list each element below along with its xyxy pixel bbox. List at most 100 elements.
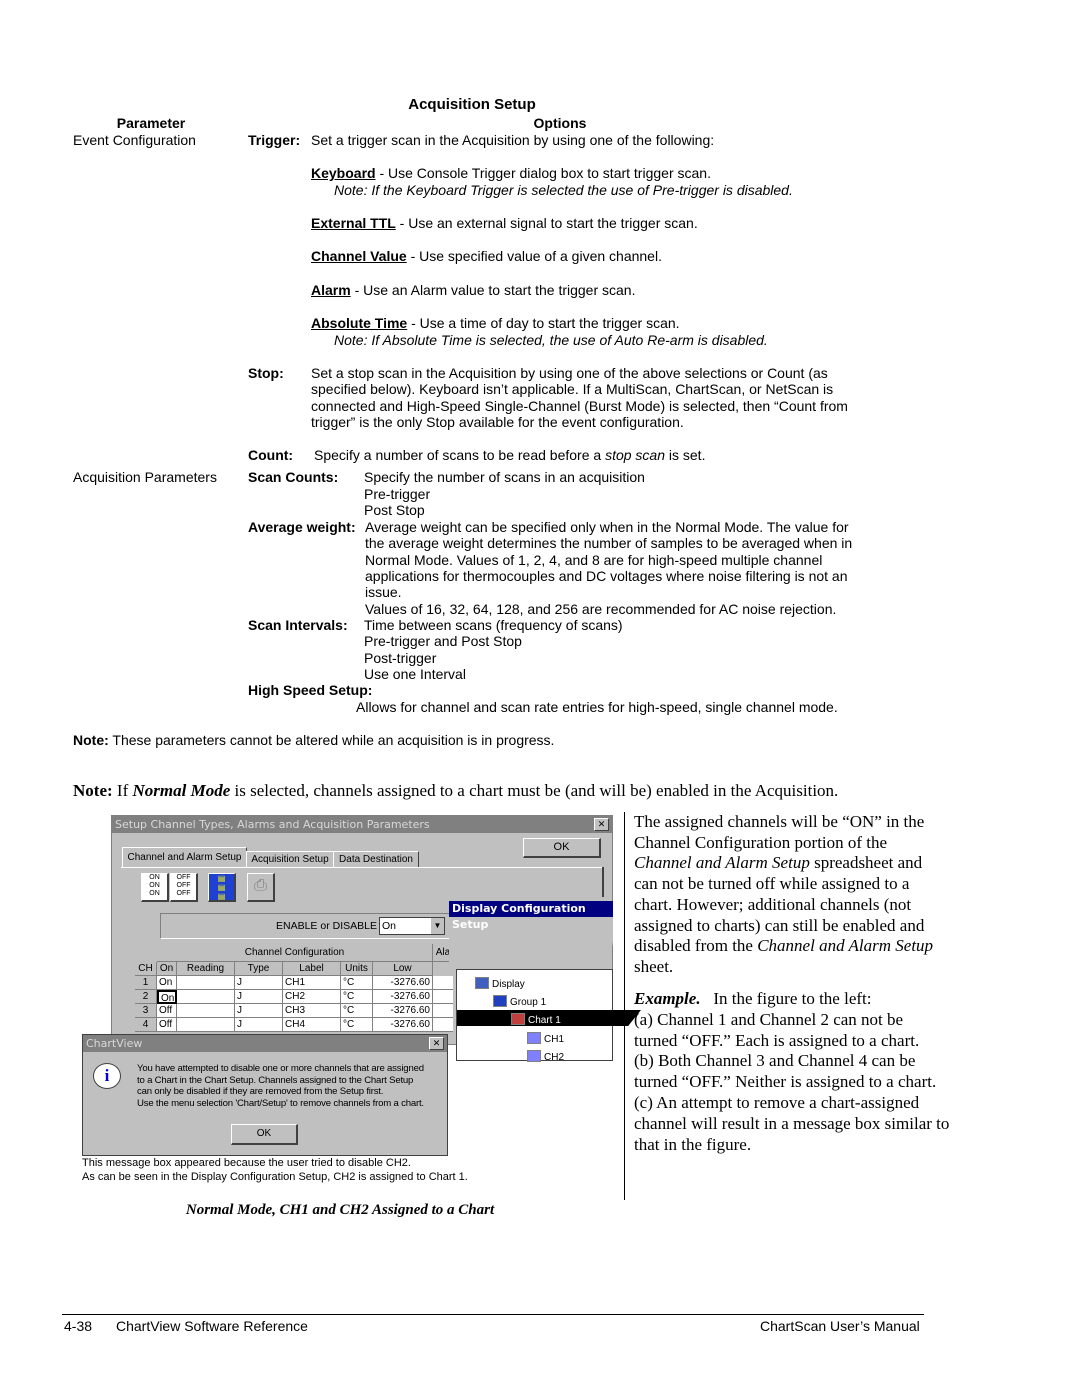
table-cell: 1 bbox=[135, 976, 157, 990]
trigger-option: Absolute Time - Use a time of day to sta… bbox=[311, 315, 680, 331]
table-cell bbox=[177, 976, 235, 990]
chevron-down-icon[interactable]: ▼ bbox=[431, 918, 444, 934]
chart-node[interactable]: Chart 1 bbox=[457, 1010, 641, 1026]
right-text-segment: The assigned channels will be “ON” in th… bbox=[634, 812, 925, 831]
ch2-icon bbox=[527, 1050, 541, 1063]
scan-counts-line: Pre-trigger bbox=[364, 485, 431, 502]
panel-edge bbox=[602, 867, 604, 897]
msg-ok-button[interactable]: OK bbox=[231, 1124, 298, 1145]
table-cell: -3276.60 bbox=[373, 990, 433, 1004]
enable-row: ENABLE or DISABLE On ▼ bbox=[160, 913, 450, 939]
tab-divider bbox=[121, 867, 604, 868]
avg-weight-line: Average weight can be specified only whe… bbox=[365, 519, 849, 535]
right-text-line: chart. However; additional channels (not bbox=[634, 895, 911, 916]
enable-select[interactable]: On ▼ bbox=[379, 917, 445, 935]
example-text-line: (a) Channel 1 and Channel 2 can not be bbox=[634, 1009, 904, 1029]
enable-select-value: On bbox=[382, 920, 397, 932]
scan-intervals-line: Post-trigger bbox=[364, 649, 437, 666]
table-cell bbox=[177, 990, 235, 1004]
table-cell[interactable]: On bbox=[157, 990, 177, 1004]
count-label: Count: bbox=[248, 447, 294, 463]
column-header-label: Label bbox=[283, 962, 341, 976]
scan-counts-line: Specify the number of scans in an acquis… bbox=[364, 469, 645, 485]
ch1-node[interactable]: CH1 bbox=[527, 1029, 564, 1045]
param-event-configuration: Event Configuration bbox=[73, 132, 196, 148]
table-cell: CH1 bbox=[283, 976, 341, 990]
avg-weight-line: the average weight determines the number… bbox=[365, 535, 853, 552]
example-label: Example. bbox=[634, 989, 701, 1008]
param-acquisition-parameters: Acquisition Parameters bbox=[73, 469, 217, 485]
tree-label: Group 1 bbox=[510, 997, 547, 1008]
table-cell: 4 bbox=[135, 1018, 157, 1032]
right-text-segment: chart. However; additional channels (not bbox=[634, 894, 912, 914]
footer-section: ChartView Software Reference bbox=[116, 1318, 308, 1334]
display-config-titlebar: Display Configuration Setup bbox=[449, 901, 613, 931]
ok-button[interactable]: OK bbox=[523, 838, 601, 858]
avg-weight-label: Average weight: bbox=[248, 519, 356, 535]
right-text-segment: spreadsheet and bbox=[809, 853, 923, 873]
right-text-segment: can not be turned off while assigned to … bbox=[634, 874, 910, 894]
right-text-line: Channel and Alarm Setup spreadsheet and bbox=[634, 853, 922, 874]
note-2-label: Note: bbox=[73, 781, 113, 800]
table-cell: 2 bbox=[135, 990, 157, 1004]
setup-dialog-titlebar: Setup Channel Types, Alarms and Acquisit… bbox=[112, 816, 612, 833]
all-off-icon[interactable]: OFF OFF OFF bbox=[170, 873, 198, 902]
avg-weight-line: issue. bbox=[365, 584, 402, 601]
document-page: Acquisition Setup Parameter Options Even… bbox=[0, 0, 1080, 1397]
table-cell: J bbox=[235, 1018, 283, 1032]
all-on-icon[interactable]: ON ON ON bbox=[141, 873, 169, 902]
trigger-option-text: - Use a time of day to start the trigger… bbox=[407, 315, 680, 331]
column-header-on: On bbox=[157, 962, 177, 976]
right-text-line: disabled from the Channel and Alarm Setu… bbox=[634, 936, 933, 957]
tab-acquisition-setup[interactable]: Acquisition Setup bbox=[246, 851, 334, 868]
column-header-ch: CH bbox=[135, 962, 157, 976]
msg-titlebar: ChartView bbox=[83, 1035, 447, 1052]
tree-label: Display bbox=[492, 979, 525, 990]
trigger-option-note: Note: If the Keyboard Trigger is selecte… bbox=[334, 182, 793, 198]
trigger-option-term: Absolute Time bbox=[311, 315, 408, 331]
figure-caption: Normal Mode, CH1 and CH2 Assigned to a C… bbox=[185, 1202, 495, 1218]
tab-data-destination[interactable]: Data Destination bbox=[333, 851, 419, 868]
right-text-line: Channel Configuration portion of the bbox=[634, 833, 887, 854]
note-1-label: Note: bbox=[73, 732, 109, 748]
table-cell[interactable]: Off bbox=[157, 1018, 177, 1032]
trigger-option: Alarm - Use an Alarm value to start the … bbox=[311, 282, 635, 298]
trigger-option: Keyboard - Use Console Trigger dialog bo… bbox=[311, 165, 711, 181]
display-node[interactable]: Display bbox=[475, 974, 525, 990]
msg-line: You have attempted to disable one or mor… bbox=[137, 1063, 424, 1074]
printer-icon[interactable]: ⎙ bbox=[247, 873, 275, 902]
group-node[interactable]: Group 1 bbox=[493, 992, 546, 1008]
count-post: is set. bbox=[665, 447, 706, 463]
note-1: Note: These parameters cannot be altered… bbox=[73, 732, 554, 748]
trigger-label: Trigger: bbox=[248, 132, 301, 148]
example-text-line: that in the figure. bbox=[634, 1134, 752, 1154]
table-cell: J bbox=[235, 990, 283, 1004]
tab-channel-and-alarm-setup[interactable]: Channel and Alarm Setup bbox=[122, 847, 247, 868]
close-icon[interactable]: ✕ bbox=[594, 818, 609, 831]
trigger-option-term: Keyboard bbox=[311, 165, 376, 181]
stop-text-line: Set a stop scan in the Acquisition by us… bbox=[311, 365, 828, 381]
table-cell[interactable]: Off bbox=[157, 1004, 177, 1018]
footer-manual: ChartScan User’s Manual bbox=[760, 1318, 920, 1334]
table-cell[interactable]: On bbox=[157, 976, 177, 990]
ch2-node[interactable]: CH2 bbox=[527, 1047, 564, 1063]
scan-intervals-line: Time between scans (frequency of scans) bbox=[364, 617, 623, 633]
right-text-segment: Channel and Alarm Setup bbox=[757, 936, 934, 956]
table-cell: -3276.60 bbox=[373, 1004, 433, 1018]
count-em: stop scan bbox=[605, 447, 665, 463]
table-cell: °C bbox=[341, 990, 373, 1004]
trigger-option-text: - Use Console Trigger dialog box to star… bbox=[375, 165, 711, 181]
chartview-message-box: ChartView ✕ i You have attempted to disa… bbox=[82, 1034, 448, 1156]
table-cell: °C bbox=[341, 1018, 373, 1032]
chart-icon bbox=[511, 1013, 525, 1026]
tree-label: CH2 bbox=[544, 1052, 565, 1063]
right-text-line: sheet. bbox=[634, 957, 673, 978]
trigger-option: External TTL - Use an external signal to… bbox=[311, 215, 698, 231]
scan-counts-label: Scan Counts: bbox=[248, 469, 339, 485]
example-text-line: (b) Both Channel 3 and Channel 4 can be bbox=[634, 1051, 916, 1071]
assign-icon[interactable]: ▤ ▤ ▤ bbox=[208, 873, 236, 902]
note-2-pre: If bbox=[112, 781, 133, 800]
table-cell: -3276.60 bbox=[373, 1018, 433, 1032]
trigger-text: Set a trigger scan in the Acquisition by… bbox=[311, 132, 715, 148]
msg-close-icon[interactable]: ✕ bbox=[429, 1037, 444, 1050]
